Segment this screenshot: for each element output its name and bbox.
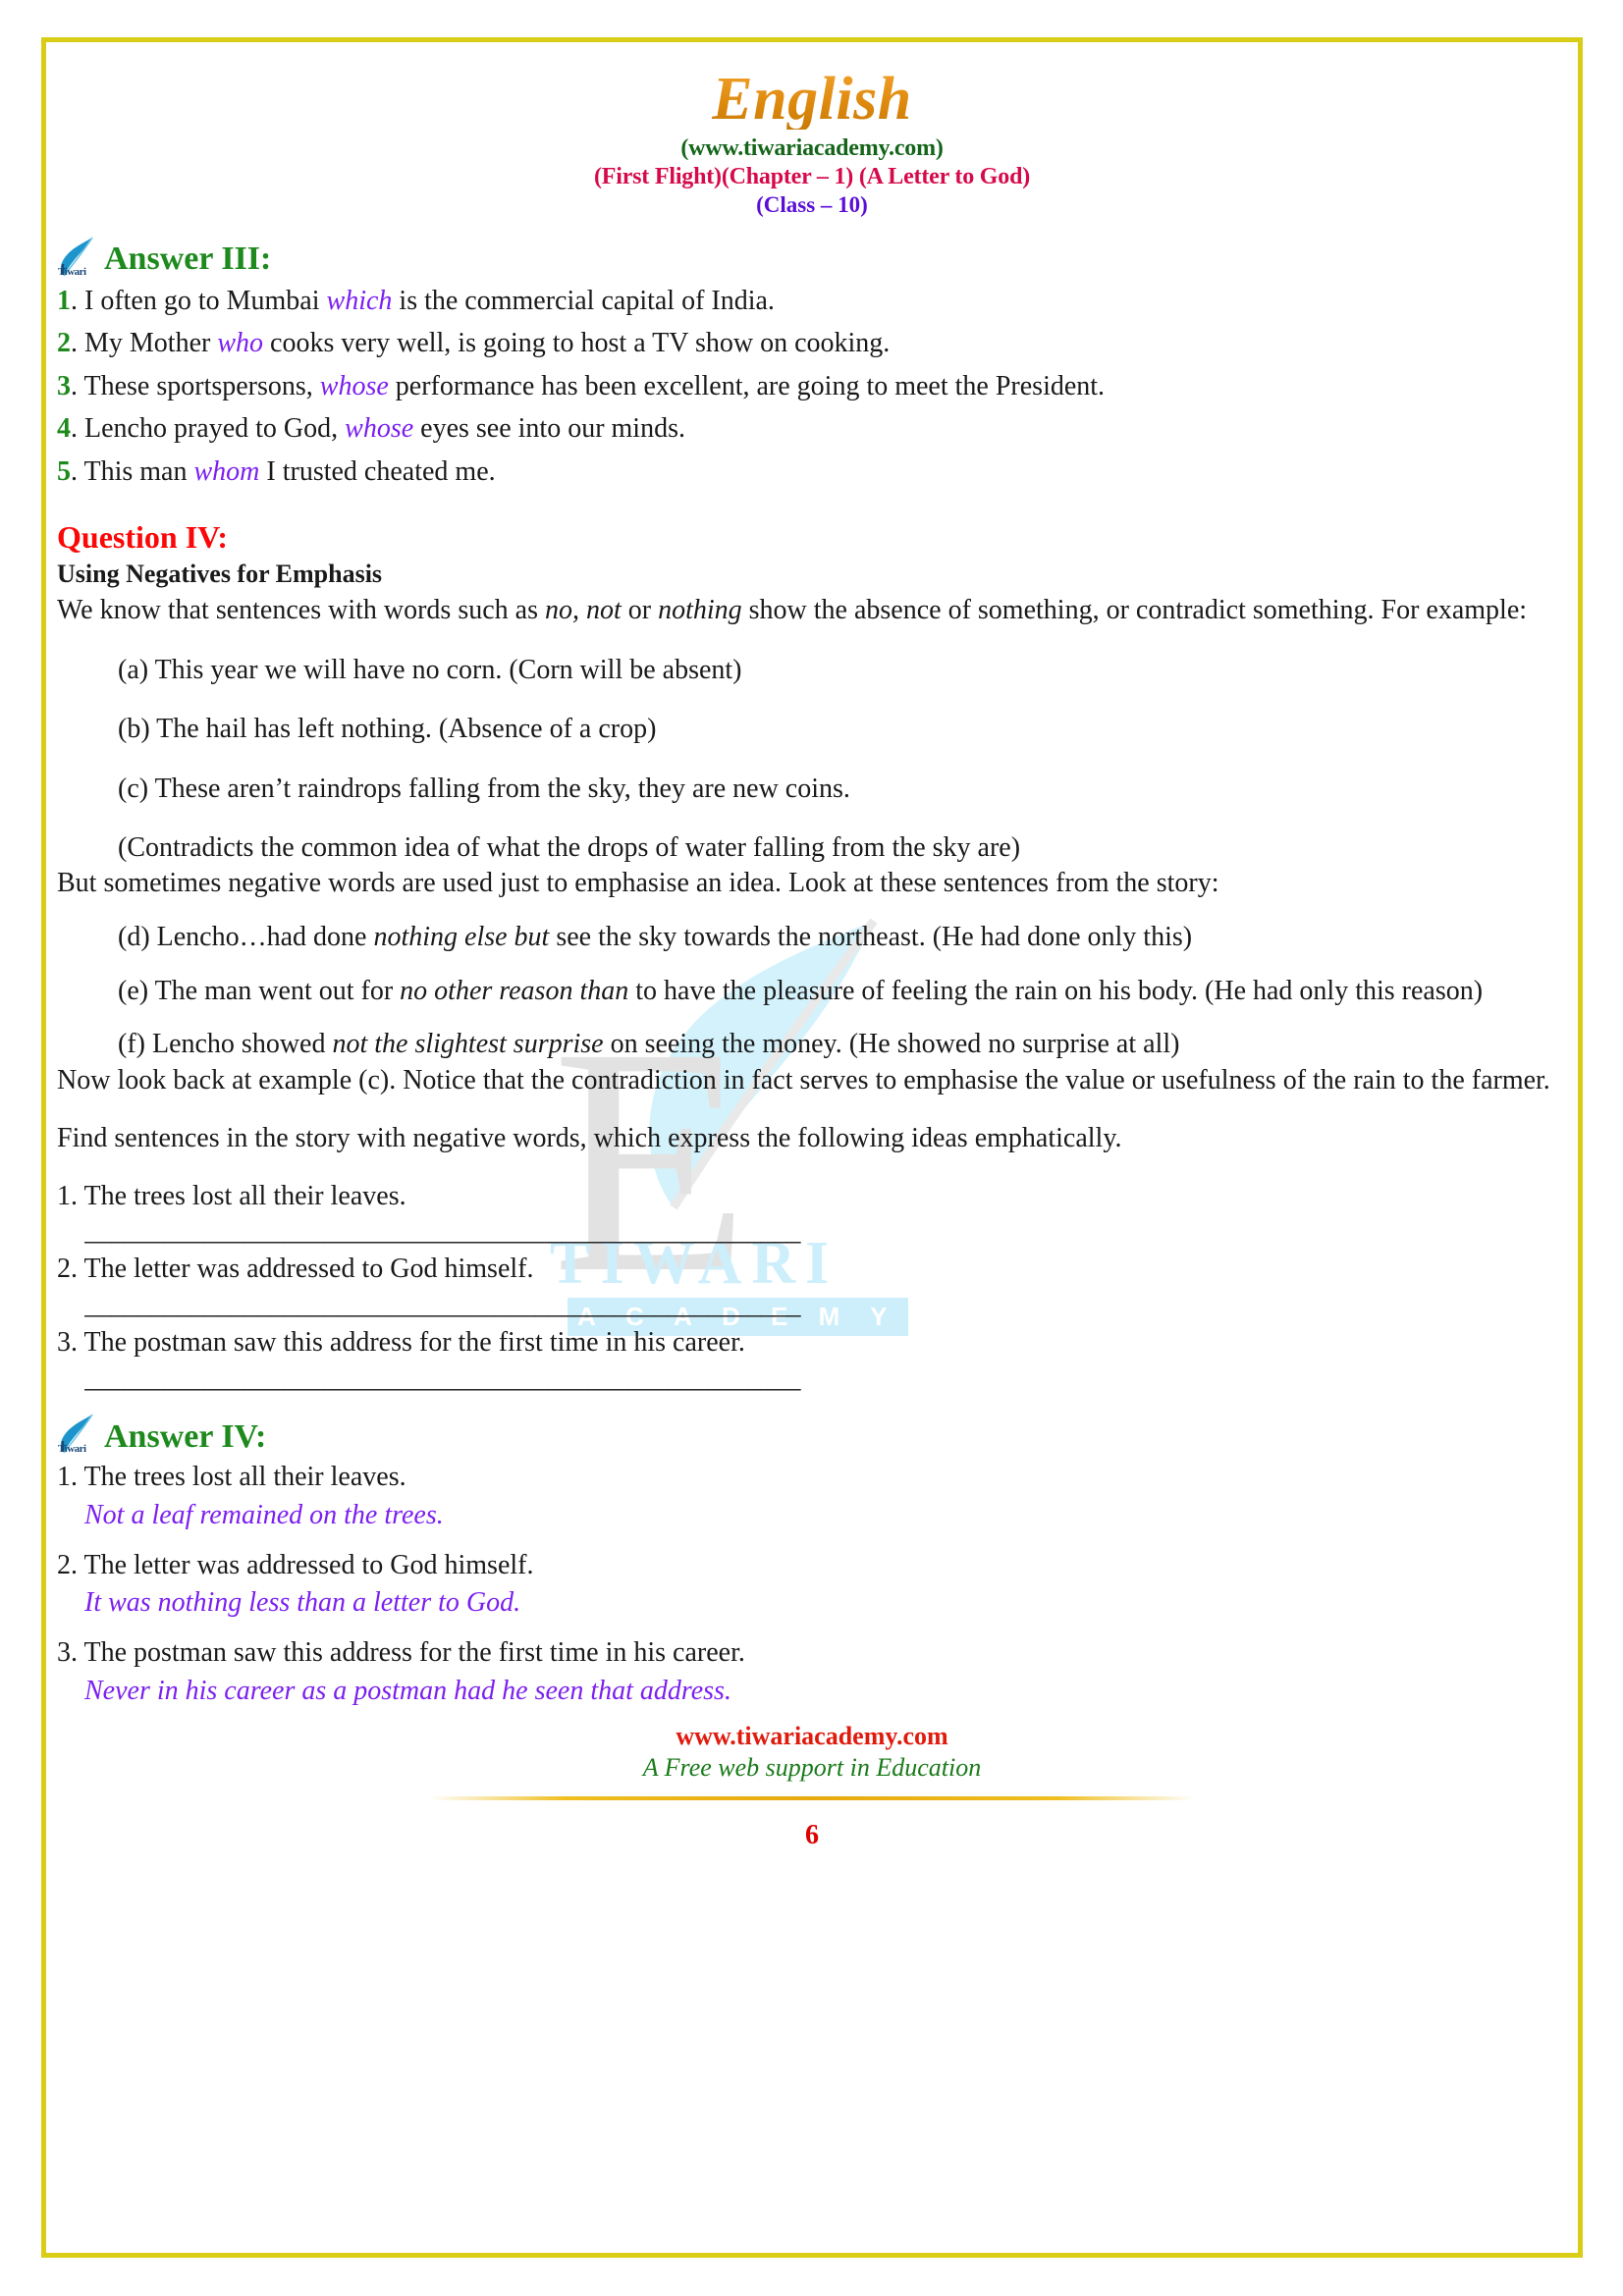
- example-d-pre: (d) Lencho…had done: [118, 922, 374, 953]
- item-post: is the commercial capital of India.: [392, 286, 775, 316]
- prompt-2: 2. The letter was addressed to God himse…: [57, 1254, 534, 1285]
- intro-part-3: show the absence of something, or contra…: [741, 594, 1528, 625]
- but-sometimes-paragraph: But sometimes negative words are used ju…: [57, 868, 1219, 899]
- header-website: (www.tiwariacademy.com): [680, 135, 944, 161]
- intro-part-1: We know that sentences with words such a…: [57, 594, 545, 625]
- relative-pronoun: whom: [193, 455, 260, 487]
- header-class: (Class – 10): [756, 192, 868, 217]
- example-f-italic: not the slightest surprise: [332, 1029, 604, 1060]
- example-d-post: see the sky towards the northeast. (He h…: [549, 922, 1193, 953]
- example-a: (a) This year we will have no corn. (Cor…: [118, 654, 742, 685]
- answer-4-prompt: 1. The trees lost all their leaves.: [57, 1462, 406, 1493]
- item-pre: . I often go to Mumbai: [71, 286, 327, 316]
- item-pre: . Lencho prayed to God,: [71, 413, 346, 445]
- list-item: 1. I often go to Mumbai which is the com…: [57, 284, 1567, 319]
- now-look-back-paragraph: Now look back at example (c). Notice tha…: [57, 1064, 1550, 1095]
- item-number: 3: [57, 370, 71, 401]
- example-d: (d) Lencho…had done nothing else but see…: [118, 920, 1567, 955]
- example-f: (f) Lencho showed not the slightest surp…: [118, 1027, 1567, 1062]
- item-number: 4: [57, 413, 71, 445]
- intro-part-2: or: [621, 594, 659, 625]
- example-e-italic: no other reason than: [400, 975, 629, 1006]
- list-item: 2. My Mother who cooks very well, is goi…: [57, 326, 1567, 361]
- example-e: (e) The man went out for no other reason…: [118, 974, 1567, 1009]
- example-c: (c) These aren’t raindrops falling from …: [118, 773, 850, 804]
- footer-divider: [429, 1795, 1195, 1800]
- item-pre: . My Mother: [71, 328, 218, 359]
- answer-3-heading: Tiwari Answer III:: [57, 236, 1567, 278]
- document-page: E TIWARI A C A D E M Y English (www.tiwa…: [0, 0, 1623, 2296]
- page-title: English: [57, 69, 1567, 130]
- item-pre: . This man: [71, 455, 194, 487]
- intro-italic-1: no, not: [544, 594, 622, 625]
- answer-4-response: It was nothing less than a letter to God…: [84, 1587, 521, 1619]
- leaf-icon-label: Tiwari: [58, 1443, 86, 1456]
- answer-3-heading-text: Answer III:: [104, 240, 272, 278]
- item-post: I trusted cheated me.: [259, 455, 496, 487]
- tiwari-leaf-icon: Tiwari: [57, 1413, 96, 1456]
- item-number: 5: [57, 455, 71, 487]
- answer-3-list: 1. I often go to Mumbai which is the com…: [57, 284, 1567, 490]
- example-b: (b) The hail has left nothing. (Absence …: [118, 714, 657, 745]
- item-number: 2: [57, 328, 71, 359]
- example-e-pre: (e) The man went out for: [118, 975, 401, 1006]
- item-pre: . These sportspersons,: [71, 370, 320, 401]
- item-post: cooks very well, is going to host a TV s…: [263, 328, 891, 359]
- leaf-icon-label: Tiwari: [58, 266, 86, 278]
- tiwari-leaf-icon: Tiwari: [57, 236, 96, 278]
- example-d-italic: nothing else but: [373, 922, 550, 953]
- footer-tagline: A Free web support in Education: [642, 1752, 982, 1782]
- item-post: performance has been excellent, are goin…: [388, 370, 1106, 401]
- answer-4-response: Not a leaf remained on the trees.: [84, 1499, 444, 1530]
- page-number: 6: [805, 1819, 819, 1850]
- prompt-3: 3. The postman saw this address for the …: [57, 1327, 745, 1359]
- example-f-post: on seeing the money. (He showed no surpr…: [603, 1029, 1180, 1060]
- list-item: 5. This man whom I trusted cheated me.: [57, 454, 1567, 490]
- answer-4-prompt: 2. The letter was addressed to God himse…: [57, 1549, 534, 1580]
- list-item: 3. These sportspersons, whose performanc…: [57, 369, 1567, 404]
- question-4-intro: We know that sentences with words such a…: [57, 593, 1567, 629]
- contradicts-note: (Contradicts the common idea of what the…: [118, 832, 1021, 864]
- example-f-pre: (f) Lencho showed: [118, 1029, 333, 1060]
- list-item: 4. Lencho prayed to God, whose eyes see …: [57, 411, 1567, 447]
- answer-blank-2[interactable]: ________________________________________…: [84, 1290, 1567, 1321]
- intro-italic-2: nothing: [658, 594, 742, 625]
- answer-blank-3[interactable]: ________________________________________…: [84, 1363, 1567, 1395]
- answer-4-prompt: 3. The postman saw this address for the …: [57, 1637, 745, 1669]
- footer-website-link[interactable]: www.tiwariacademy.com: [57, 1722, 1567, 1751]
- find-sentences-instruction: Find sentences in the story with negativ…: [57, 1122, 1122, 1153]
- answer-4-response: Never in his career as a postman had he …: [84, 1675, 731, 1706]
- item-post: eyes see into our minds.: [413, 413, 685, 445]
- answer-4-heading: Tiwari Answer IV:: [57, 1413, 1567, 1456]
- relative-pronoun: which: [326, 286, 393, 316]
- question-4-subheading: Using Negatives for Emphasis: [57, 559, 383, 588]
- question-4-heading: Question IV:: [57, 518, 228, 555]
- relative-pronoun: whose: [345, 413, 414, 445]
- relative-pronoun: whose: [319, 370, 389, 401]
- example-e-post: to have the pleasure of feeling the rain…: [628, 975, 1484, 1006]
- relative-pronoun: who: [217, 328, 264, 359]
- answer-4-heading-text: Answer IV:: [104, 1417, 267, 1455]
- header-chapter: (First Flight)(Chapter – 1) (A Letter to…: [593, 164, 1031, 189]
- prompt-1: 1. The trees lost all their leaves.: [57, 1180, 406, 1211]
- answer-blank-1[interactable]: ________________________________________…: [84, 1216, 1567, 1248]
- page-content: English (www.tiwariacademy.com) (First F…: [57, 69, 1567, 2262]
- item-number: 1: [57, 286, 71, 316]
